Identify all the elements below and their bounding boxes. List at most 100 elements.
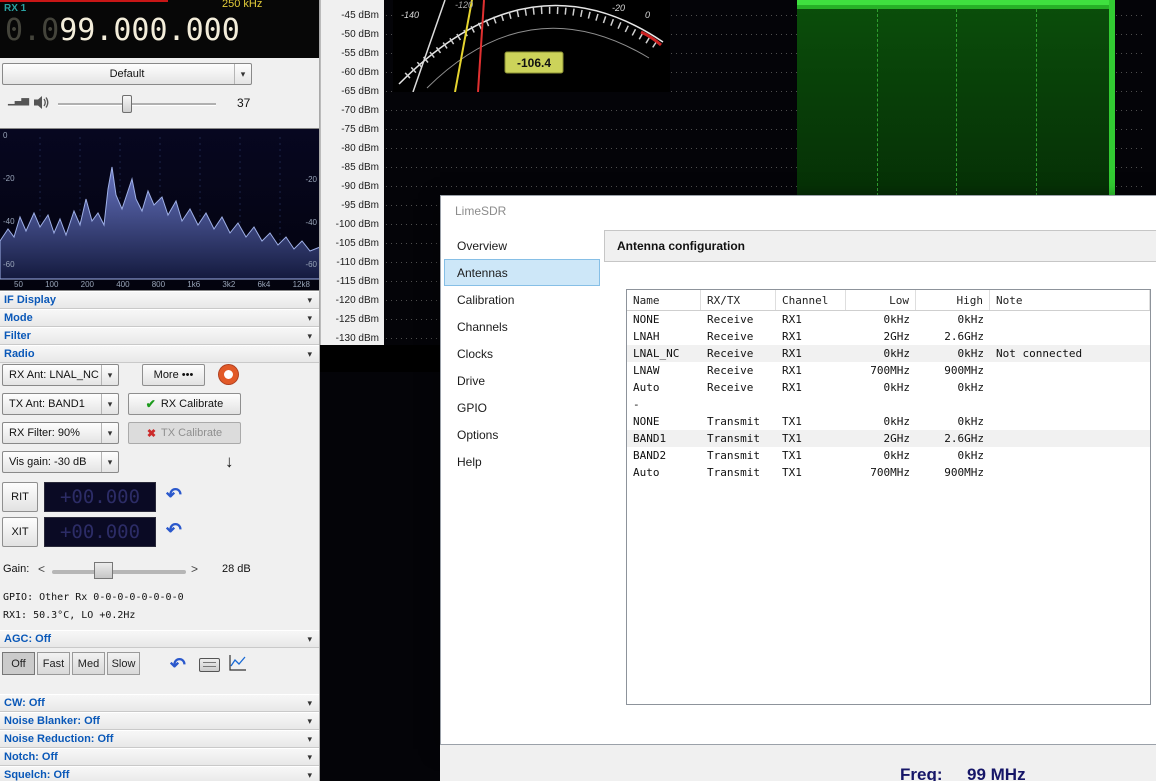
chevron-down-icon: ▾ bbox=[101, 365, 118, 385]
profile-dropdown[interactable]: Default ▾ bbox=[2, 63, 252, 85]
gain-value: 28 dB bbox=[222, 563, 251, 575]
section-label: Mode bbox=[4, 312, 33, 324]
dbm-label: -55 dBm bbox=[341, 48, 379, 59]
rx-antenna-dropdown[interactable]: RX Ant: LNAL_NC ▾ bbox=[2, 364, 119, 386]
gain-slider-track[interactable] bbox=[52, 570, 186, 574]
cell-high: 0kHz bbox=[916, 313, 990, 326]
cell-rxtx: Receive bbox=[701, 347, 776, 360]
nav-item[interactable]: Drive bbox=[444, 367, 600, 394]
nav-item[interactable]: Channels bbox=[444, 313, 600, 340]
cell-channel: RX1 bbox=[776, 381, 846, 394]
down-arrow-icon[interactable]: ↓ bbox=[225, 452, 234, 472]
volume-slider[interactable] bbox=[58, 94, 216, 114]
table-row[interactable]: Auto Transmit TX1 700MHz 900MHz bbox=[627, 464, 1150, 481]
agc-mode-buttons: Off Fast Med Slow bbox=[2, 652, 140, 675]
levels-icon[interactable]: ▁▃▅ bbox=[8, 95, 28, 106]
dbm-label: -50 dBm bbox=[341, 29, 379, 40]
rit-value-display[interactable]: +00.000 bbox=[44, 482, 156, 512]
dbm-label: -60 dBm bbox=[341, 67, 379, 78]
meter-tick-label: -120 bbox=[455, 0, 473, 10]
nav-item[interactable]: Calibration bbox=[444, 286, 600, 313]
table-row[interactable]: NONE Receive RX1 0kHz 0kHz bbox=[627, 311, 1150, 328]
if-spectrum-display[interactable]: 0-20-40-60 -20-40-60 501002004008001k63k… bbox=[0, 128, 320, 291]
agc-mode-button[interactable]: Med bbox=[72, 652, 105, 675]
table-row[interactable]: - bbox=[627, 396, 1150, 413]
nav-item[interactable]: GPIO bbox=[444, 394, 600, 421]
dbm-labels: -45 dBm-50 dBm-55 dBm-60 dBm-65 dBm-70 d… bbox=[321, 6, 379, 348]
table-row[interactable]: LNAH Receive RX1 2GHz 2.6GHz bbox=[627, 328, 1150, 345]
frequency-digits[interactable]: 0.099.000.000 bbox=[5, 13, 240, 48]
chevron-down-icon: ▾ bbox=[234, 64, 251, 84]
frequency-main-digits[interactable]: 99.000.000 bbox=[59, 13, 240, 48]
table-header-cell: Low bbox=[846, 290, 916, 310]
agc-mode-button[interactable]: Off bbox=[2, 652, 35, 675]
cell-rxtx: Transmit bbox=[701, 466, 776, 479]
section-header[interactable]: Squelch: Off ▾ bbox=[0, 766, 320, 781]
if-spectrum-plot bbox=[0, 129, 320, 290]
nav-item-label: GPIO bbox=[457, 401, 487, 415]
dbm-label: -90 dBm bbox=[341, 181, 379, 192]
cell-low: 2GHz bbox=[846, 432, 916, 445]
volume-slider-thumb[interactable] bbox=[122, 95, 132, 113]
nav-item[interactable]: Antennas bbox=[444, 259, 600, 286]
section-header[interactable]: CW: Off ▾ bbox=[0, 694, 320, 712]
table-row[interactable]: LNAW Receive RX1 700MHz 900MHz bbox=[627, 362, 1150, 379]
section-header[interactable]: IF Display ▾ bbox=[0, 291, 320, 309]
cell-name: NONE bbox=[627, 415, 701, 428]
gain-increase-arrow[interactable]: > bbox=[191, 562, 198, 576]
table-row[interactable]: BAND2 Transmit TX1 0kHz 0kHz bbox=[627, 447, 1150, 464]
cell-rxtx: Receive bbox=[701, 313, 776, 326]
section-header[interactable]: Noise Blanker: Off ▾ bbox=[0, 712, 320, 730]
gain-decrease-arrow[interactable]: < bbox=[38, 562, 45, 576]
table-row[interactable]: BAND1 Transmit TX1 2GHz 2.6GHz bbox=[627, 430, 1150, 447]
section-header[interactable]: Notch: Off ▾ bbox=[0, 748, 320, 766]
rit-button[interactable]: RIT bbox=[2, 482, 38, 512]
frequency-display[interactable]: RX 1 250 kHz 0.099.000.000 bbox=[0, 0, 320, 58]
table-row[interactable]: Auto Receive RX1 0kHz 0kHz bbox=[627, 379, 1150, 396]
agc-mode-button[interactable]: Slow bbox=[107, 652, 140, 675]
freq-label: 400 bbox=[116, 280, 129, 289]
cell-low: 0kHz bbox=[846, 381, 916, 394]
chevron-down-icon: ▾ bbox=[101, 394, 118, 414]
vis-gain-dropdown[interactable]: Vis gain: -30 dB ▾ bbox=[2, 451, 119, 473]
dbm-label: -85 dBm bbox=[341, 162, 379, 173]
xit-reset-icon[interactable]: ↶ bbox=[166, 519, 182, 542]
rf-spectrum-signal-region[interactable] bbox=[797, 0, 1115, 196]
more-button[interactable]: More ••• bbox=[142, 364, 205, 386]
agc-undo-icon[interactable]: ↶ bbox=[170, 654, 186, 677]
section-header[interactable]: Noise Reduction: Off ▾ bbox=[0, 730, 320, 748]
section-header[interactable]: Mode ▾ bbox=[0, 309, 320, 327]
content-header: Antenna configuration bbox=[604, 230, 1156, 262]
xit-value-display[interactable]: +00.000 bbox=[44, 517, 156, 547]
help-lifering-icon[interactable] bbox=[219, 365, 238, 384]
signal-strength-meter: -106.4 -140 -120 -20 0 bbox=[393, 0, 670, 92]
agc-mode-button[interactable]: Fast bbox=[37, 652, 70, 675]
nav-item[interactable]: Overview bbox=[444, 232, 600, 259]
section-header[interactable]: Filter ▾ bbox=[0, 327, 320, 345]
cross-icon: ✖ bbox=[147, 427, 156, 440]
dialog-title-bar[interactable]: LimeSDR bbox=[441, 196, 1156, 226]
agc-section-header[interactable]: AGC: Off ▾ bbox=[0, 630, 320, 648]
if-freq-scale: 501002004008001k63k26k412k8 bbox=[14, 280, 310, 289]
agc-monitor-icon[interactable] bbox=[199, 658, 220, 672]
section-label: Noise Reduction: Off bbox=[4, 733, 113, 745]
nav-item[interactable]: Help bbox=[444, 448, 600, 475]
agc-graph-icon[interactable] bbox=[228, 654, 247, 672]
speaker-icon[interactable] bbox=[33, 95, 50, 110]
cell-low: 0kHz bbox=[846, 415, 916, 428]
cell-low: 700MHz bbox=[846, 466, 916, 479]
limesdr-dialog: LimeSDR Overview Antennas Calibration Ch… bbox=[440, 195, 1156, 745]
nav-item[interactable]: Clocks bbox=[444, 340, 600, 367]
rx-filter-dropdown[interactable]: RX Filter: 90% ▾ bbox=[2, 422, 119, 444]
tx-antenna-dropdown[interactable]: TX Ant: BAND1 ▾ bbox=[2, 393, 119, 415]
xit-button[interactable]: XIT bbox=[2, 517, 38, 547]
table-row[interactable]: LNAL_NC Receive RX1 0kHz 0kHz Not connec… bbox=[627, 345, 1150, 362]
nav-item[interactable]: Options bbox=[444, 421, 600, 448]
cell-high: 900MHz bbox=[916, 364, 990, 377]
table-row[interactable]: NONE Transmit TX1 0kHz 0kHz bbox=[627, 413, 1150, 430]
rit-reset-icon[interactable]: ↶ bbox=[166, 484, 182, 507]
gain-slider-thumb[interactable] bbox=[94, 562, 113, 579]
cell-low: 0kHz bbox=[846, 347, 916, 360]
rx-calibrate-button[interactable]: ✔ RX Calibrate bbox=[128, 393, 241, 415]
section-header[interactable]: Radio ▾ bbox=[0, 345, 320, 363]
